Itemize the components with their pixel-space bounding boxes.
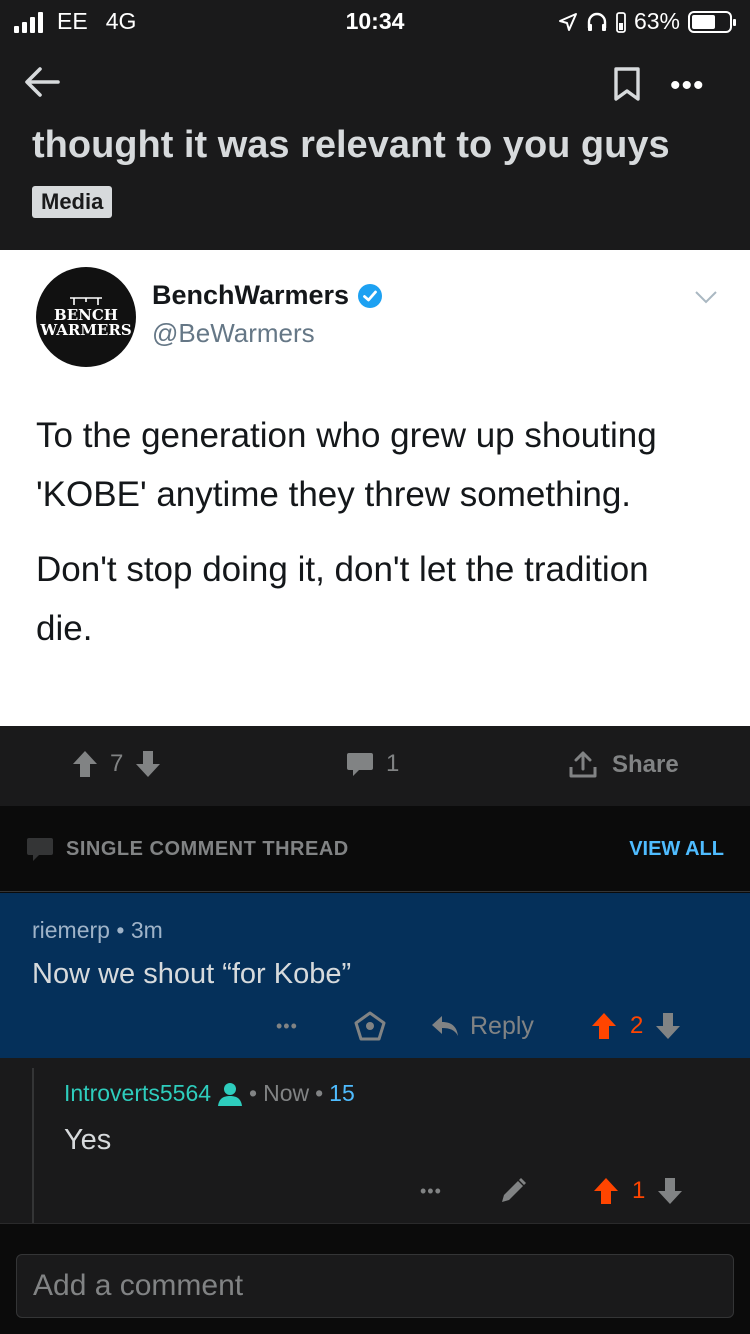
reply-author[interactable]: Introverts5564 xyxy=(64,1080,211,1107)
op-user-icon xyxy=(218,1082,243,1106)
reply-more-icon[interactable]: ••• xyxy=(420,1174,442,1208)
post-score: 7 xyxy=(110,750,124,777)
bench-icon xyxy=(70,297,102,305)
upvote-active-icon[interactable] xyxy=(592,1177,620,1205)
tweet-image[interactable]: BENCH WARMERS BenchWarmers @BeWarmers To… xyxy=(0,250,750,726)
view-all-button[interactable]: VIEW ALL xyxy=(629,838,724,861)
share-label: Share xyxy=(612,751,679,778)
post-header: ••• thought it was relevant to you guys … xyxy=(0,44,750,250)
share-icon xyxy=(569,751,597,778)
reply-score: 1 xyxy=(632,1177,646,1204)
meta-separator: • xyxy=(116,917,131,943)
reply-comment: Introverts5564 • Now • 15 Yes ••• 1 xyxy=(0,1058,750,1223)
avatar-text-line2: WARMERS xyxy=(40,321,132,339)
thread-bar: SINGLE COMMENT THREAD VIEW ALL xyxy=(0,806,750,892)
chevron-down-icon xyxy=(695,291,717,304)
verified-badge-icon xyxy=(358,283,383,308)
tweet-text: To the generation who grew up shouting '… xyxy=(36,406,696,658)
reply-vote-group: 1 xyxy=(592,1174,683,1208)
comment-composer-bar: Add a comment xyxy=(0,1223,750,1334)
thread-line xyxy=(32,1068,34,1223)
edit-button[interactable] xyxy=(498,1174,528,1208)
downvote-icon[interactable] xyxy=(655,1012,681,1040)
comment-bubble-icon xyxy=(347,753,373,776)
post-title: thought it was relevant to you guys xyxy=(32,124,670,166)
reply-score-flair: 15 xyxy=(329,1080,355,1106)
meta-separator: • xyxy=(249,1080,258,1106)
bookmark-icon[interactable] xyxy=(612,66,642,102)
headphone-battery-icon xyxy=(616,11,626,33)
tweet-display-name-text: BenchWarmers xyxy=(152,280,350,310)
comment-author[interactable]: riemerp xyxy=(32,917,110,943)
headphones-icon xyxy=(587,12,607,31)
comment-meta: riemerp • 3m xyxy=(32,917,163,944)
comment-score: 2 xyxy=(630,1012,644,1039)
upvote-active-icon[interactable] xyxy=(590,1012,618,1040)
back-arrow-icon[interactable] xyxy=(22,62,62,102)
downvote-icon[interactable] xyxy=(135,750,161,778)
award-icon xyxy=(354,1011,386,1041)
post-action-bar: 7 1 Share xyxy=(0,726,750,806)
reply-age: Now xyxy=(263,1080,310,1106)
tweet-handle: @BeWarmers xyxy=(152,318,315,348)
pencil-icon xyxy=(502,1178,526,1202)
reply-label: Reply xyxy=(470,1011,534,1040)
thread-label-text: SINGLE COMMENT THREAD xyxy=(66,837,349,860)
post-flair[interactable]: Media xyxy=(32,186,113,218)
tweet-avatar: BENCH WARMERS xyxy=(36,267,136,367)
downvote-icon[interactable] xyxy=(657,1177,683,1205)
tweet-display-name: BenchWarmers xyxy=(152,280,383,311)
award-button[interactable] xyxy=(354,1009,386,1043)
add-comment-input[interactable]: Add a comment xyxy=(16,1254,734,1318)
thread-label: SINGLE COMMENT THREAD xyxy=(26,836,349,862)
comment-vote-group: 2 xyxy=(590,1009,681,1043)
comments-button[interactable]: 1 xyxy=(346,750,399,778)
comment-count: 1 xyxy=(386,750,400,777)
reply-meta: Introverts5564 • Now • 15 xyxy=(64,1080,355,1107)
share-button[interactable]: Share xyxy=(568,750,679,780)
highlighted-comment: riemerp • 3m Now we shout “for Kobe” •••… xyxy=(0,893,750,1058)
more-options-icon[interactable]: ••• xyxy=(670,71,705,101)
post-vote-group: 7 xyxy=(72,750,161,778)
battery-icon xyxy=(688,10,736,33)
comment-age: 3m xyxy=(130,917,163,943)
comment-more-icon[interactable]: ••• xyxy=(276,1009,298,1043)
reply-button[interactable]: Reply xyxy=(430,1009,534,1043)
reply-icon xyxy=(432,1016,458,1036)
status-bar: EE 4G 10:34 63% xyxy=(0,0,750,44)
meta-separator: • xyxy=(315,1080,324,1106)
comment-body: Now we shout “for Kobe” xyxy=(32,958,352,990)
tweet-paragraph-1: To the generation who grew up shouting '… xyxy=(36,416,657,514)
location-icon xyxy=(558,12,577,31)
comment-thread-icon xyxy=(27,838,53,861)
tweet-paragraph-2: Don't stop doing it, don't let the tradi… xyxy=(36,550,649,648)
battery-percent: 63% xyxy=(633,8,680,34)
upvote-icon[interactable] xyxy=(72,750,98,778)
reply-body: Yes xyxy=(64,1124,112,1156)
